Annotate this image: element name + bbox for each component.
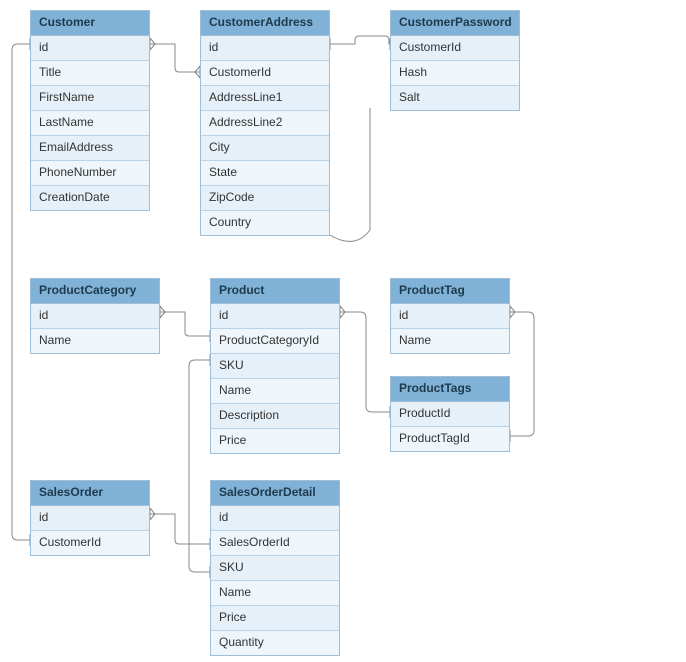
entity-field: id (391, 304, 509, 329)
entity-field: CustomerId (31, 531, 149, 555)
entity-field: State (201, 161, 329, 186)
entity-salesorder: SalesOrderidCustomerId (30, 480, 150, 556)
entity-field: Quantity (211, 631, 339, 655)
entity-field: id (31, 304, 159, 329)
entity-field: Name (391, 329, 509, 353)
entity-field: Name (31, 329, 159, 353)
entity-field: Price (211, 606, 339, 631)
entity-field: id (211, 304, 339, 329)
entity-field: AddressLine2 (201, 111, 329, 136)
entity-header: ProductCategory (31, 279, 159, 304)
entity-producttag: ProductTagidName (390, 278, 510, 354)
entity-header: ProductTag (391, 279, 509, 304)
entity-field: SalesOrderId (211, 531, 339, 556)
entity-header: CustomerAddress (201, 11, 329, 36)
entity-field: CustomerId (201, 61, 329, 86)
entity-header: ProductTags (391, 377, 509, 402)
entity-field: Salt (391, 86, 519, 110)
entity-field: CustomerId (391, 36, 519, 61)
entity-field: EmailAddress (31, 136, 149, 161)
entity-header: CustomerPassword (391, 11, 519, 36)
entity-header: SalesOrder (31, 481, 149, 506)
entity-header: Product (211, 279, 339, 304)
entity-field: ProductId (391, 402, 509, 427)
entity-field: id (31, 36, 149, 61)
entity-field: FirstName (31, 86, 149, 111)
entity-field: Country (201, 211, 329, 235)
entity-producttags: ProductTagsProductIdProductTagId (390, 376, 510, 452)
entity-field: Name (211, 581, 339, 606)
entity-customerpassword: CustomerPasswordCustomerIdHashSalt (390, 10, 520, 111)
entity-field: Title (31, 61, 149, 86)
entity-field: ZipCode (201, 186, 329, 211)
entity-productcategory: ProductCategoryidName (30, 278, 160, 354)
entity-field: Description (211, 404, 339, 429)
entity-field: id (201, 36, 329, 61)
entity-field: SKU (211, 556, 339, 581)
entity-customer: CustomeridTitleFirstNameLastNameEmailAdd… (30, 10, 150, 211)
entity-field: id (211, 506, 339, 531)
entity-field: id (31, 506, 149, 531)
entity-field: ProductCategoryId (211, 329, 339, 354)
entity-field: City (201, 136, 329, 161)
entity-field: SKU (211, 354, 339, 379)
entity-header: Customer (31, 11, 149, 36)
entity-customeraddress: CustomerAddressidCustomerIdAddressLine1A… (200, 10, 330, 236)
entity-field: LastName (31, 111, 149, 136)
entity-field: PhoneNumber (31, 161, 149, 186)
entity-product: ProductidProductCategoryIdSKUNameDescrip… (210, 278, 340, 454)
entity-field: Price (211, 429, 339, 453)
entity-field: ProductTagId (391, 427, 509, 451)
entity-header: SalesOrderDetail (211, 481, 339, 506)
entity-field: AddressLine1 (201, 86, 329, 111)
entity-field: CreationDate (31, 186, 149, 210)
entity-field: Hash (391, 61, 519, 86)
entity-salesorderdetail: SalesOrderDetailidSalesOrderIdSKUNamePri… (210, 480, 340, 656)
entity-field: Name (211, 379, 339, 404)
